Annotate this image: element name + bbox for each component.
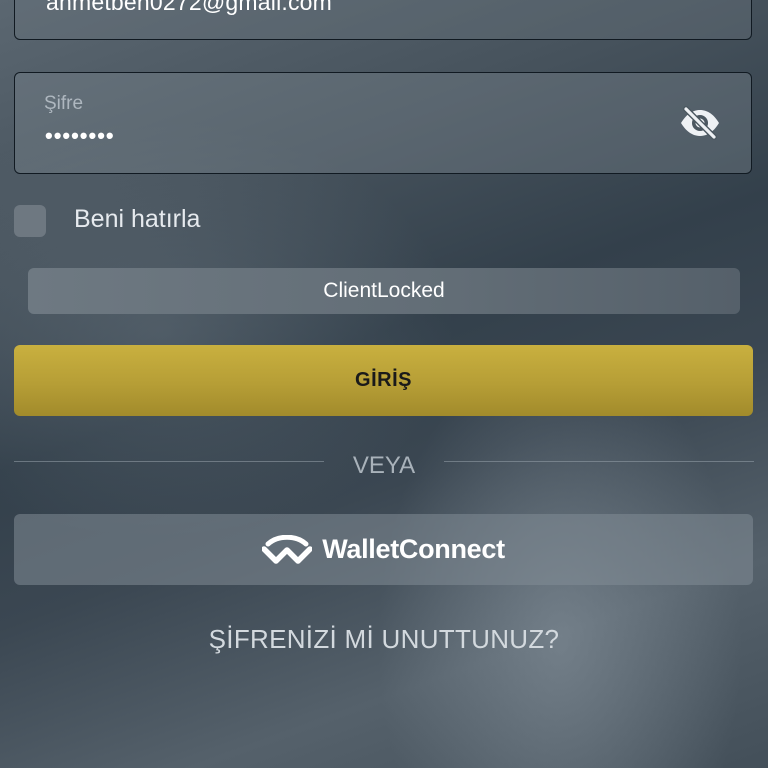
- walletconnect-label: WalletConnect: [322, 534, 505, 564]
- password-label: Şifre: [44, 93, 84, 114]
- divider-line-right: [444, 461, 754, 462]
- walletconnect-logo-icon: [262, 534, 313, 564]
- remember-me-label[interactable]: Beni hatırla: [74, 205, 200, 234]
- divider-line-left: [14, 461, 324, 462]
- forgot-password-link[interactable]: ŞİFRENİZİ Mİ UNUTTUNUZ?: [0, 624, 768, 655]
- walletconnect-button[interactable]: WalletConnect: [14, 514, 753, 585]
- password-value: ••••••••: [45, 123, 115, 148]
- eye-off-icon[interactable]: [679, 106, 721, 140]
- client-status-bar: ClientLocked: [28, 268, 740, 314]
- remember-me-checkbox[interactable]: [14, 205, 46, 237]
- divider-text: VEYA: [352, 452, 416, 479]
- password-field[interactable]: Şifre ••••••••: [14, 72, 752, 174]
- login-button[interactable]: GİRİŞ: [14, 345, 753, 416]
- email-value: ahmetben0272@gmail.com: [46, 0, 333, 15]
- email-field[interactable]: ahmetben0272@gmail.com: [14, 0, 752, 40]
